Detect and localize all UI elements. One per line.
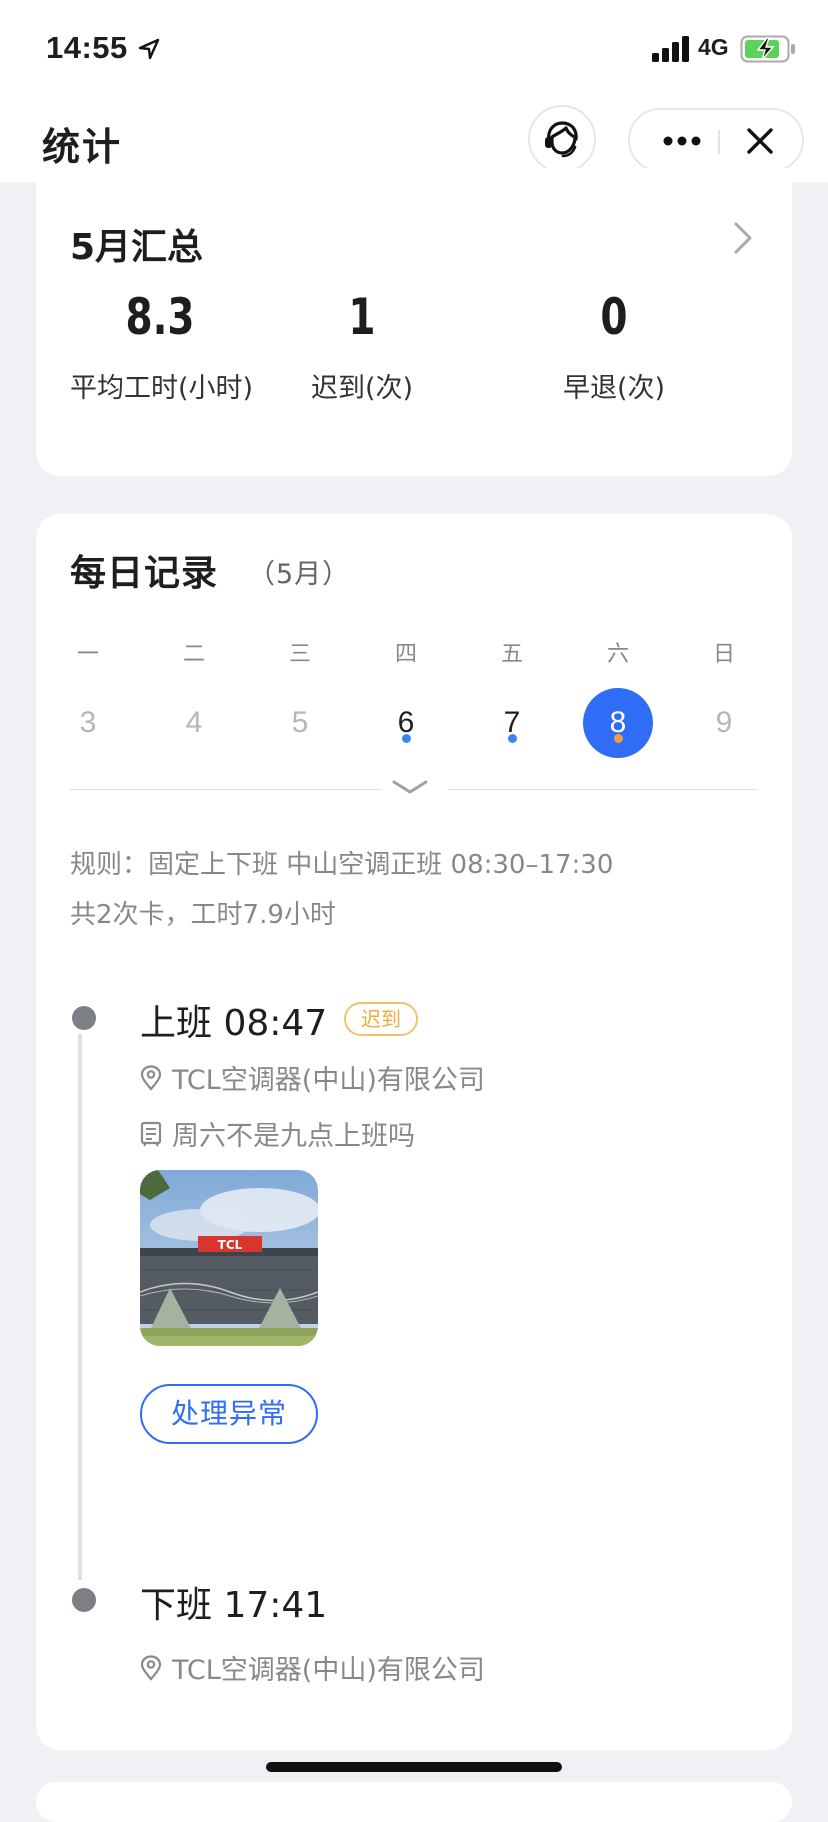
weekday-label: 日 (712, 642, 735, 667)
stat-late-count: 1 迟到(次) (292, 288, 432, 405)
clock-out-heading: 下班 17:41 (140, 1585, 328, 1626)
clock-in-location: TCL空调器(中山)有限公司 (140, 1058, 485, 1097)
divider (448, 789, 758, 790)
home-indicator (266, 1762, 562, 1772)
weekday-label: 五 (500, 642, 523, 667)
late-badge: 迟到 (344, 1002, 418, 1036)
location-pin-icon (140, 1654, 162, 1681)
summary-title: 5月汇总 (70, 227, 204, 268)
record-dot (614, 734, 623, 743)
record-dot (402, 734, 411, 743)
signal-bars-icon (652, 36, 689, 62)
attendance-rule: 规则：固定上下班 中山空调正班 08:30–17:30 (70, 850, 614, 880)
more-button[interactable] (652, 126, 712, 156)
stat-value: 1 (348, 288, 376, 346)
weekday-label: 二 (182, 642, 205, 667)
stat-label: 平均工时(小时) (70, 373, 254, 404)
clock-out-location: TCL空调器(中山)有限公司 (140, 1648, 485, 1687)
timeline-line (78, 1034, 82, 1580)
daily-record-card: 每日记录 （5月） 一 二 三 四 五 六 日 3 4 5 6 7 8 9 规则… (36, 514, 792, 1750)
clock-in-photo[interactable]: TCL (140, 1170, 318, 1346)
calendar-day[interactable]: 7 (477, 688, 547, 758)
divider (70, 789, 382, 790)
status-bar: 14:55 4G (0, 0, 828, 100)
weekday-label: 三 (288, 642, 311, 667)
next-card-peek (36, 1782, 792, 1822)
chevron-down-icon[interactable] (390, 778, 430, 798)
record-dot (508, 734, 517, 743)
capsule-divider (718, 130, 720, 154)
stat-avg-hours: 8.3 平均工时(小时) (70, 288, 254, 405)
page-title: 统计 (42, 125, 123, 169)
stat-early-leave-count: 0 早退(次) (544, 288, 684, 405)
status-time: 14:55 (46, 30, 128, 65)
clock-in-note: 周六不是九点上班吗 (140, 1114, 415, 1153)
close-icon (747, 128, 773, 154)
weekday-label: 六 (606, 642, 629, 667)
stat-label: 早退(次) (562, 373, 666, 404)
note-icon (140, 1121, 162, 1147)
calendar-day[interactable]: 9 (689, 688, 759, 758)
stat-value: 8.3 (125, 288, 195, 346)
handle-exception-button[interactable]: 处理异常 (140, 1384, 318, 1444)
daily-month: （5月） (248, 559, 351, 590)
customer-support-icon (545, 121, 578, 158)
factory-photo-image: TCL (140, 1170, 318, 1346)
weekday-label: 四 (394, 642, 417, 667)
timeline-dot (72, 1006, 96, 1030)
calendar-day-selected[interactable]: 8 (583, 688, 653, 758)
calendar-day[interactable]: 5 (265, 688, 335, 758)
clock-in-heading: 上班 08:47 (140, 1003, 328, 1044)
calendar-day[interactable]: 3 (53, 688, 123, 758)
location-text: TCL空调器(中山)有限公司 (172, 1655, 485, 1686)
punch-summary: 共2次卡，工时7.9小时 (70, 900, 336, 930)
battery-charging-icon (740, 35, 795, 63)
location-arrow-icon (138, 38, 160, 60)
calendar-day[interactable]: 6 (371, 688, 441, 758)
more-icon (663, 136, 701, 146)
daily-title: 每日记录 (70, 553, 219, 594)
note-text: 周六不是九点上班吗 (172, 1121, 415, 1152)
chevron-right-icon[interactable] (730, 220, 756, 256)
stat-value: 0 (600, 288, 628, 346)
location-text: TCL空调器(中山)有限公司 (172, 1065, 485, 1096)
weekday-label: 一 (76, 642, 99, 667)
stat-label: 迟到(次) (310, 373, 414, 404)
timeline-dot (72, 1588, 96, 1612)
mini-program-capsule (628, 108, 804, 172)
location-pin-icon (140, 1064, 162, 1091)
photo-sign-text: TCL (218, 1238, 243, 1252)
monthly-summary-card[interactable]: 5月汇总 8.3 平均工时(小时) 1 迟到(次) 0 早退(次) (36, 168, 792, 476)
close-button[interactable] (738, 124, 782, 158)
network-type: 4G (698, 34, 729, 60)
customer-support-button[interactable] (528, 105, 596, 173)
calendar-day[interactable]: 4 (159, 688, 229, 758)
